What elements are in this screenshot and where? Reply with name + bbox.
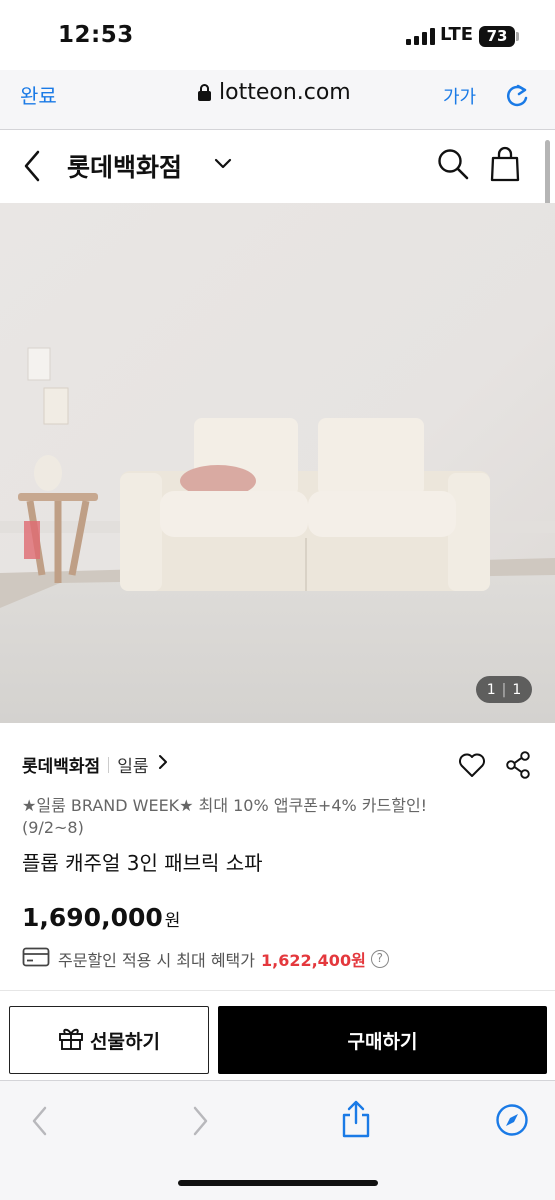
status-time: 12:53	[58, 22, 134, 48]
image-counter-current: 1	[486, 681, 496, 698]
benefit-label: 주문할인 적용 시 최대 혜택가	[58, 951, 255, 970]
chevron-right-icon[interactable]	[158, 754, 168, 775]
signal-icon	[406, 28, 435, 45]
reload-icon[interactable]	[504, 82, 530, 114]
battery-tip	[516, 32, 519, 41]
lock-icon	[198, 84, 211, 101]
shopping-bag-icon[interactable]	[490, 146, 520, 186]
image-counter-separator: |	[501, 681, 507, 698]
image-counter: 1 | 1	[476, 676, 532, 703]
browser-share-icon[interactable]	[340, 1099, 372, 1143]
network-label: LTE	[440, 24, 474, 45]
buy-button[interactable]: 구매하기	[218, 1006, 547, 1074]
share-icon[interactable]	[505, 751, 531, 783]
home-indicator	[178, 1180, 378, 1186]
promo-text: ★일룸 BRAND WEEK★ 최대 10% 앱쿠폰+4% 카드할인! (9/2…	[22, 796, 428, 837]
gift-button[interactable]: 선물하기	[9, 1006, 209, 1074]
price: 1,690,000 원	[22, 903, 180, 932]
done-button[interactable]: 완료	[20, 80, 57, 109]
price-amount: 1,690,000	[22, 903, 163, 932]
benefit-price: 1,622,400원	[260, 951, 366, 970]
credit-card-icon	[22, 946, 50, 972]
store-title[interactable]: 롯데백화점	[67, 148, 182, 184]
product-image[interactable]	[0, 203, 555, 723]
help-icon[interactable]: ?	[370, 950, 389, 968]
gift-button-label: 선물하기	[90, 1030, 160, 1053]
search-icon[interactable]	[437, 147, 469, 185]
url-field[interactable]: lotteon.com	[198, 80, 351, 105]
battery-icon: 73	[479, 26, 515, 47]
back-icon[interactable]	[22, 149, 42, 187]
product-name: 플롭 캐주얼 3인 패브릭 소파	[22, 851, 263, 875]
gift-icon	[58, 1025, 84, 1056]
image-counter-total: 1	[512, 681, 522, 698]
chevron-down-icon[interactable]	[213, 156, 233, 175]
price-unit: 원	[164, 911, 181, 931]
browser-forward-icon[interactable]	[190, 1105, 210, 1141]
purchase-bar: 선물하기 구매하기	[0, 990, 555, 1080]
brand-name[interactable]: 일룸	[117, 752, 148, 777]
site-header: 롯데백화점	[0, 130, 555, 203]
text-size-button[interactable]: 가가	[443, 83, 476, 109]
browser-url-bar: 완료 lotteon.com 가가	[0, 70, 555, 130]
store-name[interactable]: 롯데백화점	[22, 752, 100, 777]
url-text: lotteon.com	[219, 80, 351, 105]
status-bar: 12:53 LTE 73	[0, 0, 555, 70]
brand-divider	[108, 756, 110, 773]
heart-icon[interactable]	[458, 752, 486, 782]
browser-back-icon[interactable]	[30, 1105, 50, 1141]
compass-icon[interactable]	[495, 1103, 529, 1141]
brand-breadcrumb[interactable]: 롯데백화점 일룸	[22, 752, 168, 777]
benefit-price-row: 주문할인 적용 시 최대 혜택가 1,622,400원 ?	[22, 946, 389, 972]
